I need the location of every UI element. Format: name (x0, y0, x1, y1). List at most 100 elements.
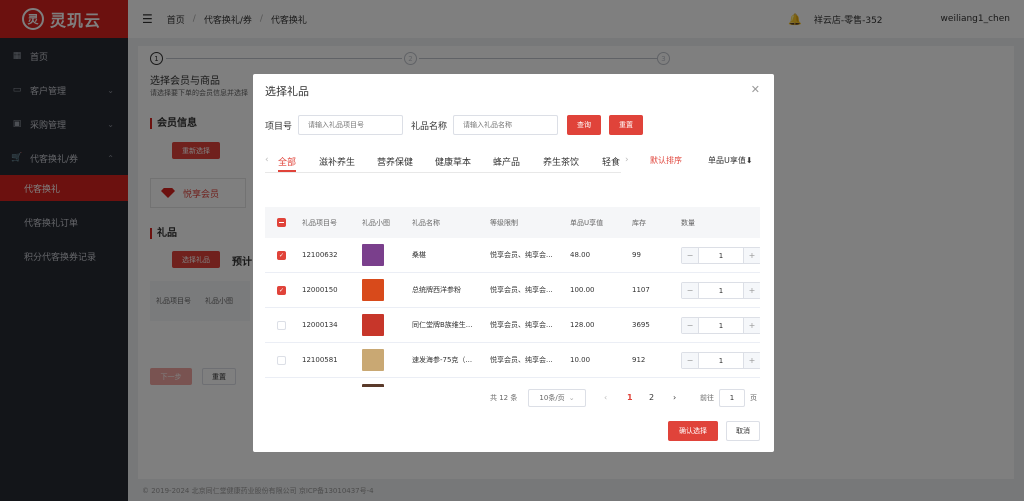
column-header: 库存 (632, 218, 646, 227)
gift-item-no: 12100581 (302, 356, 338, 364)
chevron-right-icon[interactable]: › (625, 155, 629, 165)
gift-u-value: 100.00 (570, 286, 595, 294)
table-row[interactable]: 12100581 速发海参-75克（... 悦享会员、纯享会... 10.00 912 −… (265, 343, 760, 378)
confirm-selection-button[interactable]: 确认选择 (668, 421, 718, 441)
tab-herbal[interactable]: 健康草本 (435, 155, 471, 168)
table-row[interactable]: 12000134 同仁堂牌B族维生... 悦享会员、纯享会... 128.00 3695… (265, 308, 760, 343)
minus-icon[interactable]: − (682, 283, 699, 298)
item-no-input[interactable] (298, 115, 403, 135)
row-checkbox[interactable]: ✓ (277, 285, 286, 295)
column-header: 单品U享值 (570, 218, 604, 227)
row-select-cell[interactable] (277, 378, 286, 387)
page-suffix: 页 (750, 394, 757, 402)
row-select-cell[interactable] (277, 308, 286, 342)
select-all-cell[interactable] (277, 207, 286, 238)
reset-search-button[interactable]: 重置 (609, 115, 643, 135)
plus-icon[interactable]: + (743, 248, 760, 263)
next-page-icon[interactable]: › (673, 393, 676, 402)
plus-icon[interactable]: + (743, 353, 760, 368)
dialog-title: 选择礼品 (265, 85, 309, 98)
tab-bee-products[interactable]: 蜂产品 (493, 155, 520, 168)
gift-thumbnail[interactable] (362, 279, 384, 301)
tab-nutrition[interactable]: 营养保健 (377, 155, 413, 168)
gift-name: 总统牌西洋参粉 (412, 286, 461, 294)
gift-thumbnail-cell (362, 273, 384, 307)
query-button[interactable]: 查询 (567, 115, 601, 135)
prev-page-icon[interactable]: ‹ (604, 393, 607, 402)
quantity-stepper[interactable]: −1 + (681, 352, 760, 369)
tab-light-meal[interactable]: 轻食 (602, 155, 620, 168)
gift-thumbnail-cell (362, 308, 384, 342)
column-header: 数量 (681, 218, 695, 227)
quantity-stepper[interactable]: −1 + (681, 247, 760, 264)
gift-name (412, 378, 484, 387)
gift-stock: 912 (632, 356, 646, 364)
gift-name-input[interactable] (453, 115, 558, 135)
item-no-label: 项目号 (265, 122, 293, 132)
column-header: 礼品名称 (412, 218, 440, 227)
minus-icon[interactable]: − (682, 353, 699, 368)
plus-icon[interactable]: + (743, 283, 760, 298)
goto-label: 前往 (700, 394, 714, 402)
table-row[interactable]: ✓ 12100632 桑椹 悦享会员、纯享会... 48.00 99 −1 + (265, 238, 760, 273)
row-checkbox[interactable] (277, 320, 286, 330)
quantity-value[interactable]: 1 (699, 353, 743, 368)
row-select-cell[interactable] (277, 343, 286, 377)
row-checkbox[interactable] (277, 355, 286, 365)
total-count: 共 12 条 (490, 394, 518, 402)
select-gift-dialog: 选择礼品 ✕ 项目号 礼品名称 查询 重置 ‹ 全部 滋补养生 营养保健 健康草… (253, 74, 774, 452)
page-number[interactable]: 2 (649, 393, 654, 402)
minus-icon[interactable]: − (682, 318, 699, 333)
page-number[interactable]: 1 (627, 393, 633, 402)
row-select-cell[interactable]: ✓ (277, 273, 286, 307)
goto-page-input[interactable]: 1 (719, 389, 745, 407)
row-checkbox[interactable]: ✓ (277, 250, 286, 260)
cancel-button[interactable]: 取消 (726, 421, 760, 441)
gift-level: 悦享会员、纯享会... (490, 356, 553, 364)
tab-divider (265, 172, 621, 173)
gift-stock: 1107 (632, 286, 650, 294)
gift-level (490, 378, 562, 387)
column-header: 礼品项目号 (302, 218, 337, 227)
gift-item-no: 12000150 (302, 286, 338, 294)
tab-nourish[interactable]: 滋补养生 (319, 155, 355, 168)
gift-thumbnail-cell (362, 343, 384, 377)
gift-thumbnail-cell (362, 238, 384, 272)
column-header: 礼品小图 (362, 218, 390, 227)
page-size-value: 10条/页 (539, 394, 565, 402)
gift-thumbnail[interactable] (362, 349, 384, 371)
gift-level: 悦享会员、纯享会... (490, 286, 553, 294)
table-row[interactable]: ✓ 12000150 总统牌西洋参粉 悦享会员、纯享会... 100.00 1107 −1 + (265, 273, 760, 308)
minus-icon[interactable]: − (682, 248, 699, 263)
chevron-down-icon: ⌄ (568, 394, 575, 402)
category-tabs: ‹ 全部 滋补养生 营养保健 健康草本 蜂产品 养生茶饮 轻食 › 默认排序 单… (265, 152, 762, 174)
gift-level: 悦享会员、纯享会... (490, 321, 553, 329)
quantity-stepper[interactable]: −1 + (681, 317, 760, 334)
sort-default[interactable]: 默认排序 (650, 155, 682, 166)
tab-tea[interactable]: 养生茶饮 (543, 155, 579, 168)
quantity-value[interactable]: 1 (699, 283, 743, 298)
gift-u-value: 48.00 (570, 251, 591, 259)
gift-name: 桑椹 (412, 251, 426, 259)
row-select-cell[interactable]: ✓ (277, 238, 286, 272)
gift-level: 悦享会员、纯享会... (490, 251, 553, 259)
gift-name: 同仁堂牌B族维生... (412, 321, 473, 329)
quantity-value[interactable]: 1 (699, 248, 743, 263)
quantity-stepper[interactable]: −1 + (681, 282, 760, 299)
gift-thumbnail[interactable] (362, 244, 384, 266)
gift-name: 速发海参-75克（... (412, 356, 473, 364)
page-size-select[interactable]: 10条/页 ⌄ (528, 389, 586, 407)
gift-thumbnail[interactable] (362, 384, 384, 387)
select-all-checkbox[interactable] (277, 218, 286, 227)
sort-u-value[interactable]: 单品U享值⬇ (708, 155, 753, 166)
gift-thumbnail[interactable] (362, 314, 384, 336)
close-icon[interactable]: ✕ (751, 83, 760, 96)
pagination: 共 12 条 10条/页 ⌄ ‹ 1 2 › 前往 1 页 (253, 388, 774, 410)
gift-stock: 99 (632, 251, 641, 259)
gift-thumbnail-cell (362, 378, 384, 387)
plus-icon[interactable]: + (743, 318, 760, 333)
table-row[interactable]: −+ (265, 378, 760, 387)
quantity-value[interactable]: 1 (699, 318, 743, 333)
tab-all[interactable]: 全部 (278, 155, 296, 168)
chevron-left-icon[interactable]: ‹ (265, 155, 269, 165)
